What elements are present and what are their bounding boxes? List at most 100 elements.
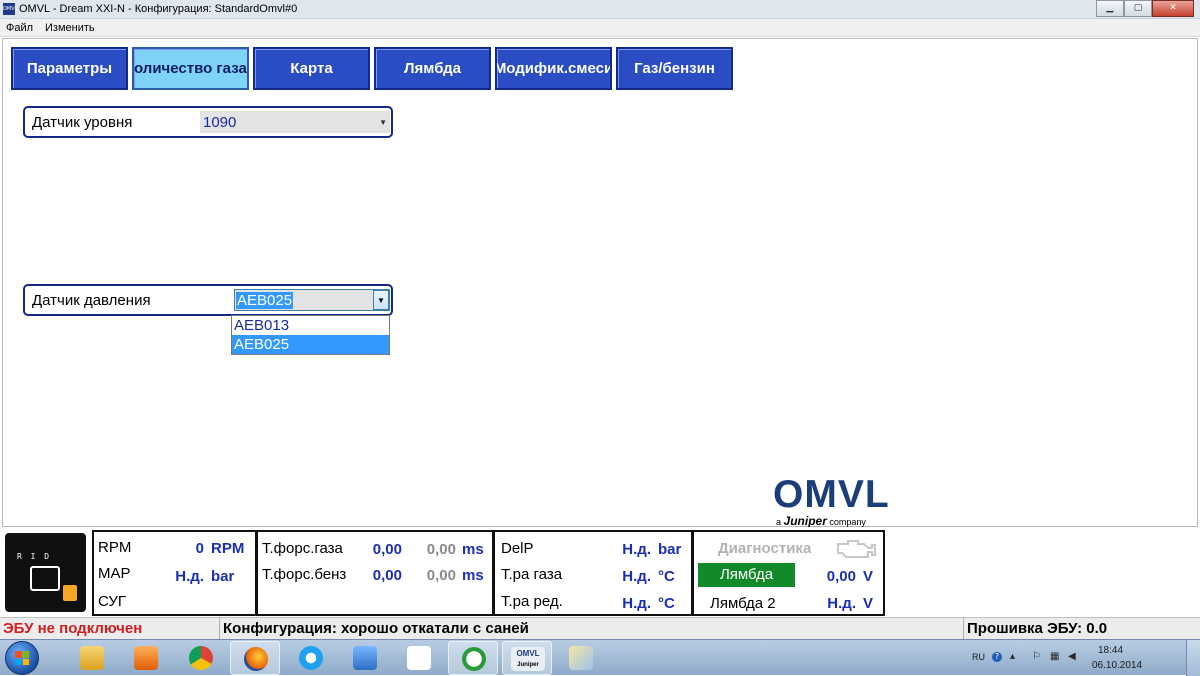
taskbar-media-player[interactable] — [121, 641, 171, 675]
windows-logo-icon — [15, 651, 29, 665]
pressure-sensor-value: AEB025 — [236, 292, 294, 309]
reducer-temp-value: Н.д. — [622, 595, 651, 612]
start-button[interactable] — [5, 641, 39, 675]
minimize-button[interactable]: ▁ — [1096, 0, 1124, 17]
chrome-icon — [189, 646, 213, 670]
tab-gas-petrol[interactable]: Газ/бензин — [616, 47, 733, 90]
taskbar-paint[interactable] — [556, 641, 606, 675]
dropdown-option-aeb025[interactable]: AEB025 — [232, 335, 389, 354]
taskbar-chrome[interactable] — [176, 641, 226, 675]
lambda-unit: V — [863, 568, 874, 585]
omvl-taskbar-sublabel: Juniper — [517, 662, 539, 668]
pressure-sensor-label: Датчик давления — [32, 292, 151, 309]
pressure-sensor-dropdown: AEB013 AEB025 — [231, 315, 390, 355]
map-value: Н.д. — [175, 568, 204, 585]
gas-temp-unit: °C — [658, 568, 675, 585]
ecu-label: R I D — [17, 552, 52, 561]
logo-main-text: OMVL — [773, 473, 890, 516]
language-indicator[interactable]: RU — [972, 652, 985, 662]
level-sensor-select[interactable]: 1090 ▼ — [200, 111, 390, 133]
help-icon[interactable]: ? — [992, 652, 1002, 662]
level-sensor-value: 1090 — [203, 114, 237, 131]
gas-injection-unit: ms — [462, 541, 484, 558]
omvl-taskbar-icon: OMVL Juniper — [511, 647, 545, 671]
omvl-taskbar-label: OMVL — [516, 649, 540, 658]
window-controls: ▁ ▢ ✕ — [1096, 0, 1194, 17]
network-icon[interactable]: ▦ — [1050, 652, 1060, 662]
folder-icon — [80, 646, 104, 670]
taskbar-explorer[interactable] — [67, 641, 117, 675]
gas-temp-value: Н.д. — [622, 568, 651, 585]
omvl-app-icon: OMVL — [3, 3, 17, 15]
taskbar-monitor-app[interactable] — [448, 641, 498, 675]
rpm-label: RPM — [98, 539, 132, 556]
tab-gas-quantity[interactable]: оличество газа — [132, 47, 249, 90]
gas-temp-label: Т.ра газа — [501, 566, 563, 583]
delp-value: Н.д. — [622, 541, 651, 558]
taskbar-yandex[interactable] — [394, 641, 444, 675]
tray-arrow-icon[interactable]: ▴ — [1010, 652, 1020, 662]
tab-strip: Параметры оличество газа Карта Лямбда Мо… — [11, 47, 737, 90]
window-title: OMVL - Dream XXI-N - Конфигурация: Stand… — [19, 3, 298, 15]
maximize-button[interactable]: ▢ — [1124, 0, 1152, 17]
gas-injection-label: Т.форс.газа — [262, 540, 343, 557]
dashboard: R I D RPM 0 RPM MAP Н.д. bar СУГ Т.форс.… — [0, 527, 1200, 616]
firmware-status: Прошивка ЭБУ: 0.0 — [967, 620, 1108, 637]
clock-date[interactable]: 06.10.2014 — [1092, 660, 1142, 671]
status-bar: ЭБУ не подключен Конфигурация: хорошо от… — [0, 617, 1200, 639]
panel-pressure-temp: DelP Н.д. bar Т.ра газа Н.д. °C Т.ра ред… — [493, 530, 693, 616]
clock-time[interactable]: 18:44 — [1098, 645, 1123, 656]
petrol-injection-unit: ms — [462, 567, 484, 584]
gas-injection-value: 0,00 — [372, 541, 402, 558]
level-sensor-group: Датчик уровня 1090 ▼ — [23, 106, 393, 138]
media-player-icon — [134, 646, 158, 670]
dropdown-option-aeb013[interactable]: AEB013 — [232, 316, 389, 335]
logo-subtitle: a Juniper company — [776, 514, 866, 528]
engine-check-icon — [837, 540, 876, 558]
tab-mixture-mod[interactable]: Модифик.смеси — [495, 47, 612, 90]
menu-bar: Файл Изменить — [0, 19, 1200, 37]
chevron-down-icon[interactable]: ▼ — [379, 118, 387, 127]
firefox-icon — [244, 647, 268, 671]
map-label: MAP — [98, 565, 131, 582]
level-sensor-label: Датчик уровня — [32, 114, 133, 131]
taskbar-firefox[interactable] — [230, 641, 280, 675]
taskbar-speaker-app[interactable] — [340, 641, 390, 675]
tab-lambda[interactable]: Лямбда — [374, 47, 491, 90]
taskbar-omvl[interactable]: OMVL Juniper — [502, 641, 552, 675]
reducer-temp-unit: °C — [658, 595, 675, 612]
petrol-injection-label: Т.форс.бенз — [262, 566, 347, 583]
volume-icon[interactable]: ◀ — [1068, 652, 1078, 662]
system-tray: RU ? ▴ ⚐ ▦ ◀ 18:44 06.10.2014 — [950, 640, 1180, 676]
tab-map[interactable]: Карта — [253, 47, 370, 90]
petrol-injection-value-2: 0,00 — [426, 567, 456, 584]
close-button[interactable]: ✕ — [1152, 0, 1194, 17]
taskbar-internet-explorer[interactable] — [286, 641, 336, 675]
menu-edit[interactable]: Изменить — [45, 22, 95, 34]
pressure-sensor-group: Датчик давления AEB025 ▼ — [23, 284, 393, 316]
panel-diagnostics: Диагностика Лямбда 0,00 V Лямбда 2 Н.д. … — [692, 530, 885, 616]
taskbar: OMVL Juniper RU ? ▴ ⚐ ▦ ◀ 18:44 06.10.20… — [0, 639, 1200, 676]
panel-engine: RPM 0 RPM MAP Н.д. bar СУГ — [92, 530, 257, 616]
flag-icon[interactable]: ⚐ — [1032, 652, 1042, 662]
chevron-down-icon[interactable]: ▼ — [373, 290, 389, 310]
omvl-logo: OMVL a Juniper company — [773, 473, 890, 529]
petrol-injection-value: 0,00 — [372, 567, 402, 584]
gas-injection-value-2: 0,00 — [426, 541, 456, 558]
lambda-indicator: Лямбда — [698, 563, 795, 587]
menu-file[interactable]: Файл — [6, 22, 33, 34]
delp-label: DelP — [501, 540, 534, 557]
lambda2-label: Лямбда 2 — [710, 595, 776, 612]
delp-unit: bar — [658, 541, 682, 558]
reducer-temp-label: Т.ра ред. — [501, 593, 563, 610]
show-desktop-button[interactable] — [1186, 640, 1200, 676]
logo-sub-brand: Juniper — [783, 514, 827, 528]
tab-parameters[interactable]: Параметры — [11, 47, 128, 90]
ecu-status: ЭБУ не подключен — [0, 618, 220, 639]
logo-sub-prefix: a — [776, 517, 782, 527]
ecu-switch-icon[interactable]: R I D — [5, 533, 86, 612]
diagnostics-label[interactable]: Диагностика — [718, 540, 811, 557]
map-unit: bar — [211, 568, 235, 585]
yandex-icon — [407, 646, 431, 670]
pressure-sensor-select[interactable]: AEB025 ▼ — [234, 289, 390, 311]
